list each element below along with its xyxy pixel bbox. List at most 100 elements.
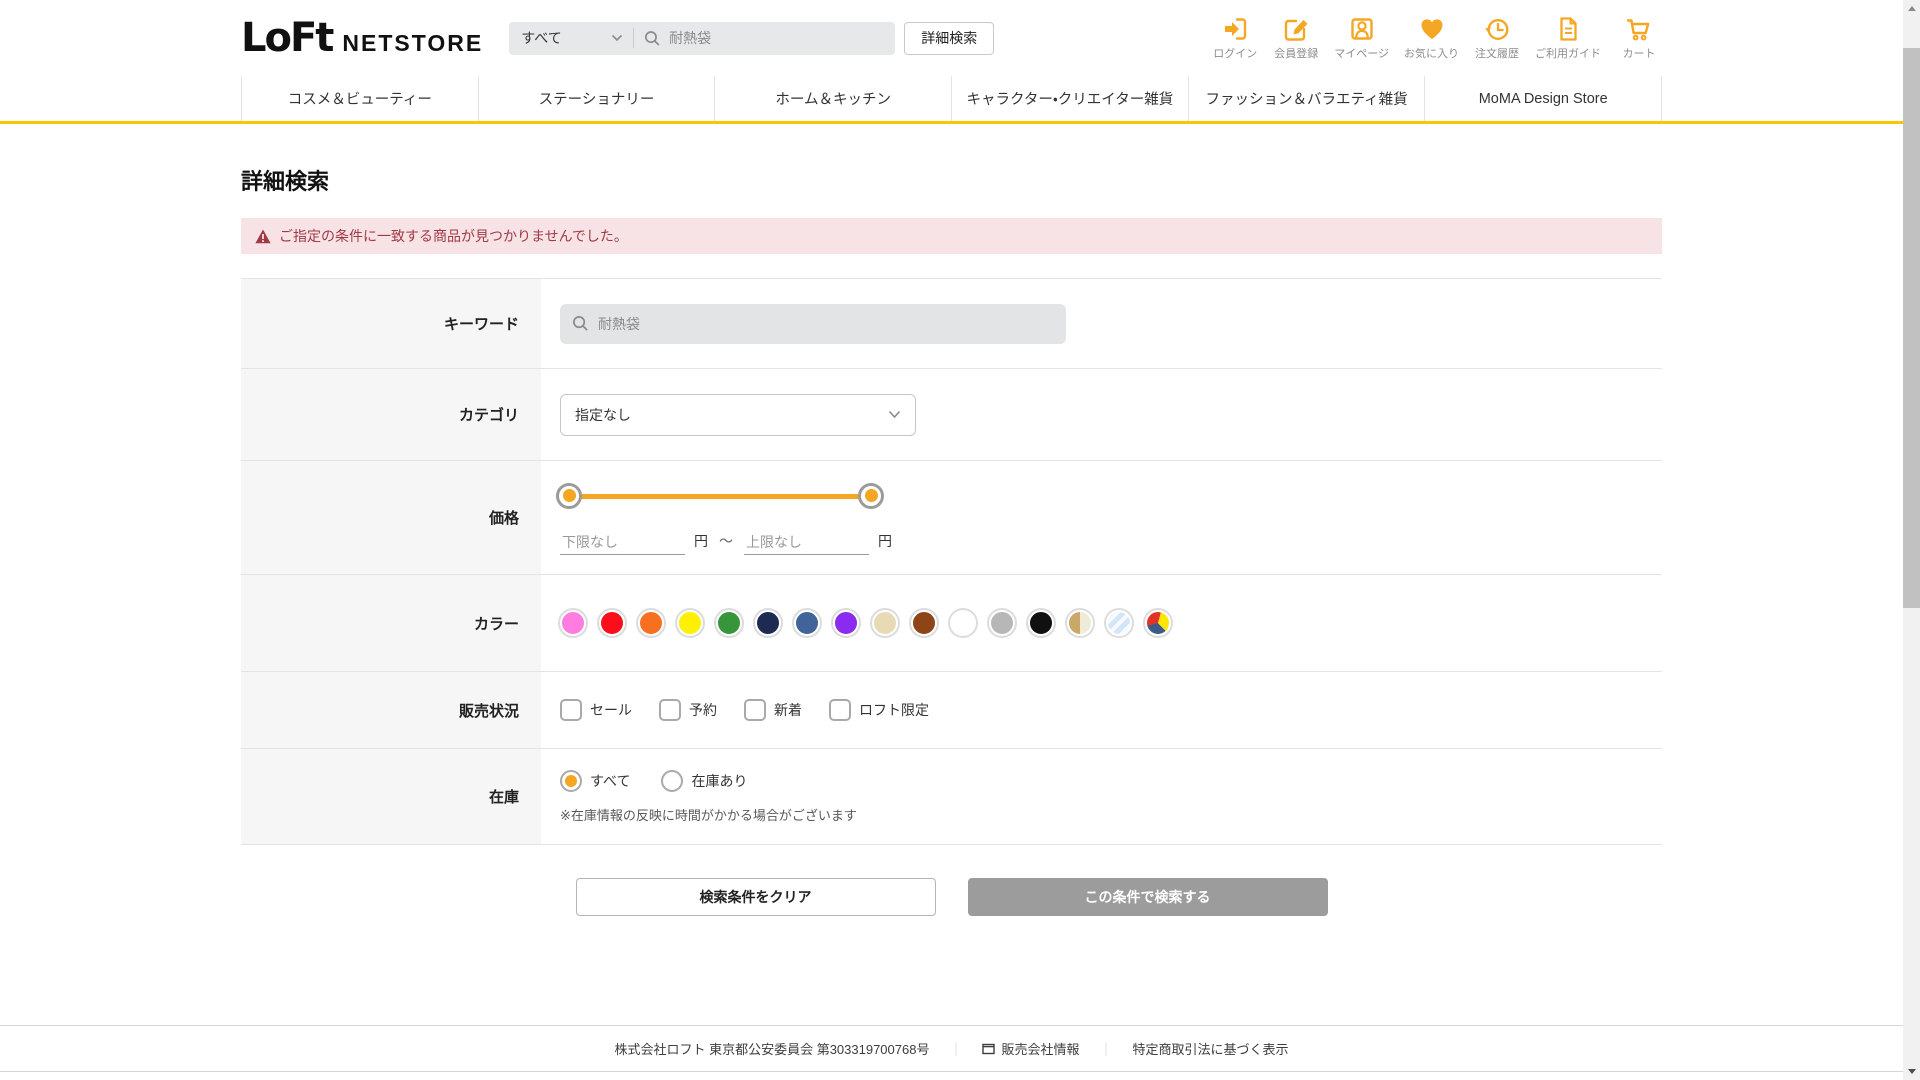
clear-conditions-button[interactable]: 検索条件をクリア <box>575 878 936 916</box>
scrollbar-up-arrow[interactable] <box>1903 0 1920 17</box>
color-swatch-gold[interactable] <box>1067 610 1093 636</box>
search-form: キーワード カテゴリ 指定なし <box>241 278 1662 845</box>
color-swatch-yellow[interactable] <box>677 610 703 636</box>
color-swatch-pink[interactable] <box>560 610 586 636</box>
login-link[interactable]: ログイン <box>1212 15 1258 61</box>
color-swatch-multicolor[interactable] <box>1145 610 1171 636</box>
category-select[interactable]: 指定なし <box>560 393 916 436</box>
footer-link-label: 特定商取引法に基づく表示 <box>1132 1042 1289 1057</box>
scrollbar-thumb[interactable] <box>1903 48 1920 608</box>
keyword-input[interactable] <box>598 315 1028 332</box>
color-swatch-white[interactable] <box>950 610 976 636</box>
radio-label: 在庫あり <box>691 772 748 789</box>
color-swatch-beige[interactable] <box>872 610 898 636</box>
checkbox-new-arrival[interactable]: 新着 <box>744 699 802 721</box>
page-title: 詳細検索 <box>241 169 330 194</box>
color-swatch-black[interactable] <box>1028 610 1054 636</box>
color-swatch-navy[interactable] <box>755 610 781 636</box>
header-search-bar: すべて <box>509 21 896 55</box>
category-nav: コスメ＆ビューティー ステーショナリー ホーム＆キッチン キャラクター・クリエイ… <box>0 76 1903 124</box>
search-scope-value: すべて <box>521 30 562 46</box>
detail-search-button[interactable]: 詳細検索 <box>904 21 995 55</box>
form-actions: 検索条件をクリア この条件で検索する <box>241 878 1662 916</box>
chevron-down-icon <box>888 410 901 419</box>
sales-status-row: 販売状況 セール 予約 新着 ロフト限定 <box>241 672 1662 749</box>
guide-link[interactable]: ご利用ガイド <box>1535 15 1601 61</box>
header: LoFt NETSTORE すべて 詳細検索 <box>0 0 1903 76</box>
color-swatch-red[interactable] <box>599 610 625 636</box>
keyword-row: キーワード <box>241 279 1662 369</box>
price-slider-handle-min[interactable] <box>556 482 582 509</box>
stock-options: すべて 在庫あり <box>560 769 1662 792</box>
footer-link-commerce-law[interactable]: 特定商取引法に基づく表示 <box>1133 1039 1289 1058</box>
register-link[interactable]: 会員登録 <box>1273 15 1319 61</box>
price-min-input[interactable] <box>560 529 685 555</box>
nav-item-character-goods[interactable]: キャラクター・クリエイター雑貨 <box>951 76 1188 121</box>
page-viewport: LoFt NETSTORE すべて 詳細検索 <box>0 0 1903 1080</box>
mypage-icon <box>1350 18 1373 40</box>
nav-item-fashion-variety[interactable]: ファッション＆バラエティ雑貨 <box>1187 76 1425 121</box>
sales-status-label: 販売状況 <box>241 672 541 748</box>
color-swatch-blue[interactable] <box>794 610 820 636</box>
checkbox-label: セール <box>590 702 632 718</box>
category-row: カテゴリ 指定なし <box>241 369 1662 461</box>
footer-link-seller-info[interactable]: 販売会社情報 <box>982 1039 1079 1058</box>
price-label: 価格 <box>241 461 541 574</box>
mypage-label: マイページ <box>1334 48 1389 60</box>
window-scrollbar[interactable] <box>1903 0 1920 1080</box>
search-with-conditions-button[interactable]: この条件で検索する <box>967 878 1328 916</box>
nav-item-stationery[interactable]: ステーショナリー <box>477 76 715 121</box>
stock-note: ※在庫情報の反映に時間がかかる場合がございます <box>560 807 857 823</box>
radio-stock-available[interactable]: 在庫あり <box>661 769 748 792</box>
chevron-down-icon <box>612 34 623 42</box>
price-slider-handle-max[interactable] <box>858 482 884 509</box>
checkbox-box <box>744 699 766 721</box>
logo-primary-text: LoFt <box>241 15 334 61</box>
nav-item-cosmetics[interactable]: コスメ＆ビューティー <box>241 76 478 121</box>
color-swatch-orange[interactable] <box>638 610 664 636</box>
checkbox-label: 新着 <box>774 702 802 718</box>
color-label: カラー <box>241 575 541 671</box>
external-window-icon <box>982 1043 996 1054</box>
color-swatch-silver[interactable] <box>1106 610 1132 636</box>
radio-label: すべて <box>590 772 631 789</box>
color-swatch-purple[interactable] <box>833 610 859 636</box>
color-swatch-gray[interactable] <box>989 610 1015 636</box>
login-label: ログイン <box>1213 48 1258 60</box>
nav-item-moma[interactable]: MoMA Design Store <box>1424 76 1663 121</box>
color-swatch-brown[interactable] <box>911 610 937 636</box>
price-range-slider <box>556 482 884 509</box>
store-logo[interactable]: LoFt NETSTORE <box>241 15 483 61</box>
color-swatch-green[interactable] <box>716 610 742 636</box>
price-separator: ～ <box>719 532 733 549</box>
search-icon <box>573 316 588 331</box>
header-utility-links: ログイン 会員登録 マイページ お気に入り 注文履歴 ご利用ガイド カート <box>1212 15 1662 61</box>
keyword-label: キーワード <box>241 279 541 368</box>
scrollbar-down-arrow[interactable] <box>1903 1063 1920 1080</box>
cart-link[interactable]: カート <box>1616 15 1662 61</box>
checkbox-box <box>560 699 582 721</box>
guide-icon <box>1560 17 1577 41</box>
stock-label: 在庫 <box>241 749 541 844</box>
footer-separator: ｜ <box>949 1042 963 1057</box>
color-swatches <box>560 610 1662 636</box>
order-history-link[interactable]: 注文履歴 <box>1474 15 1520 61</box>
sales-status-options: セール 予約 新着 ロフト限定 <box>560 699 1662 721</box>
radio-stock-all[interactable]: すべて <box>560 769 631 792</box>
checkbox-reservation[interactable]: 予約 <box>659 699 717 721</box>
checkbox-sale[interactable]: セール <box>560 699 632 721</box>
alert-message: ご指定の条件に一致する商品が見つかりませんでした。 <box>279 228 628 244</box>
category-selected-value: 指定なし <box>575 406 631 423</box>
category-label: カテゴリ <box>241 369 541 460</box>
favorites-link[interactable]: お気に入り <box>1404 15 1459 61</box>
cart-icon <box>1626 19 1650 41</box>
mypage-link[interactable]: マイページ <box>1334 15 1389 61</box>
color-row: カラー <box>241 575 1662 672</box>
search-scope-select[interactable]: すべて <box>521 22 623 55</box>
price-slider-track[interactable] <box>566 493 874 499</box>
price-max-input[interactable] <box>744 529 869 555</box>
header-search-input[interactable] <box>669 30 886 46</box>
nav-item-home-kitchen[interactable]: ホーム＆キッチン <box>714 76 951 121</box>
checkbox-loft-limited[interactable]: ロフト限定 <box>829 699 929 721</box>
price-row: 価格 円 ～ 円 <box>241 461 1662 575</box>
